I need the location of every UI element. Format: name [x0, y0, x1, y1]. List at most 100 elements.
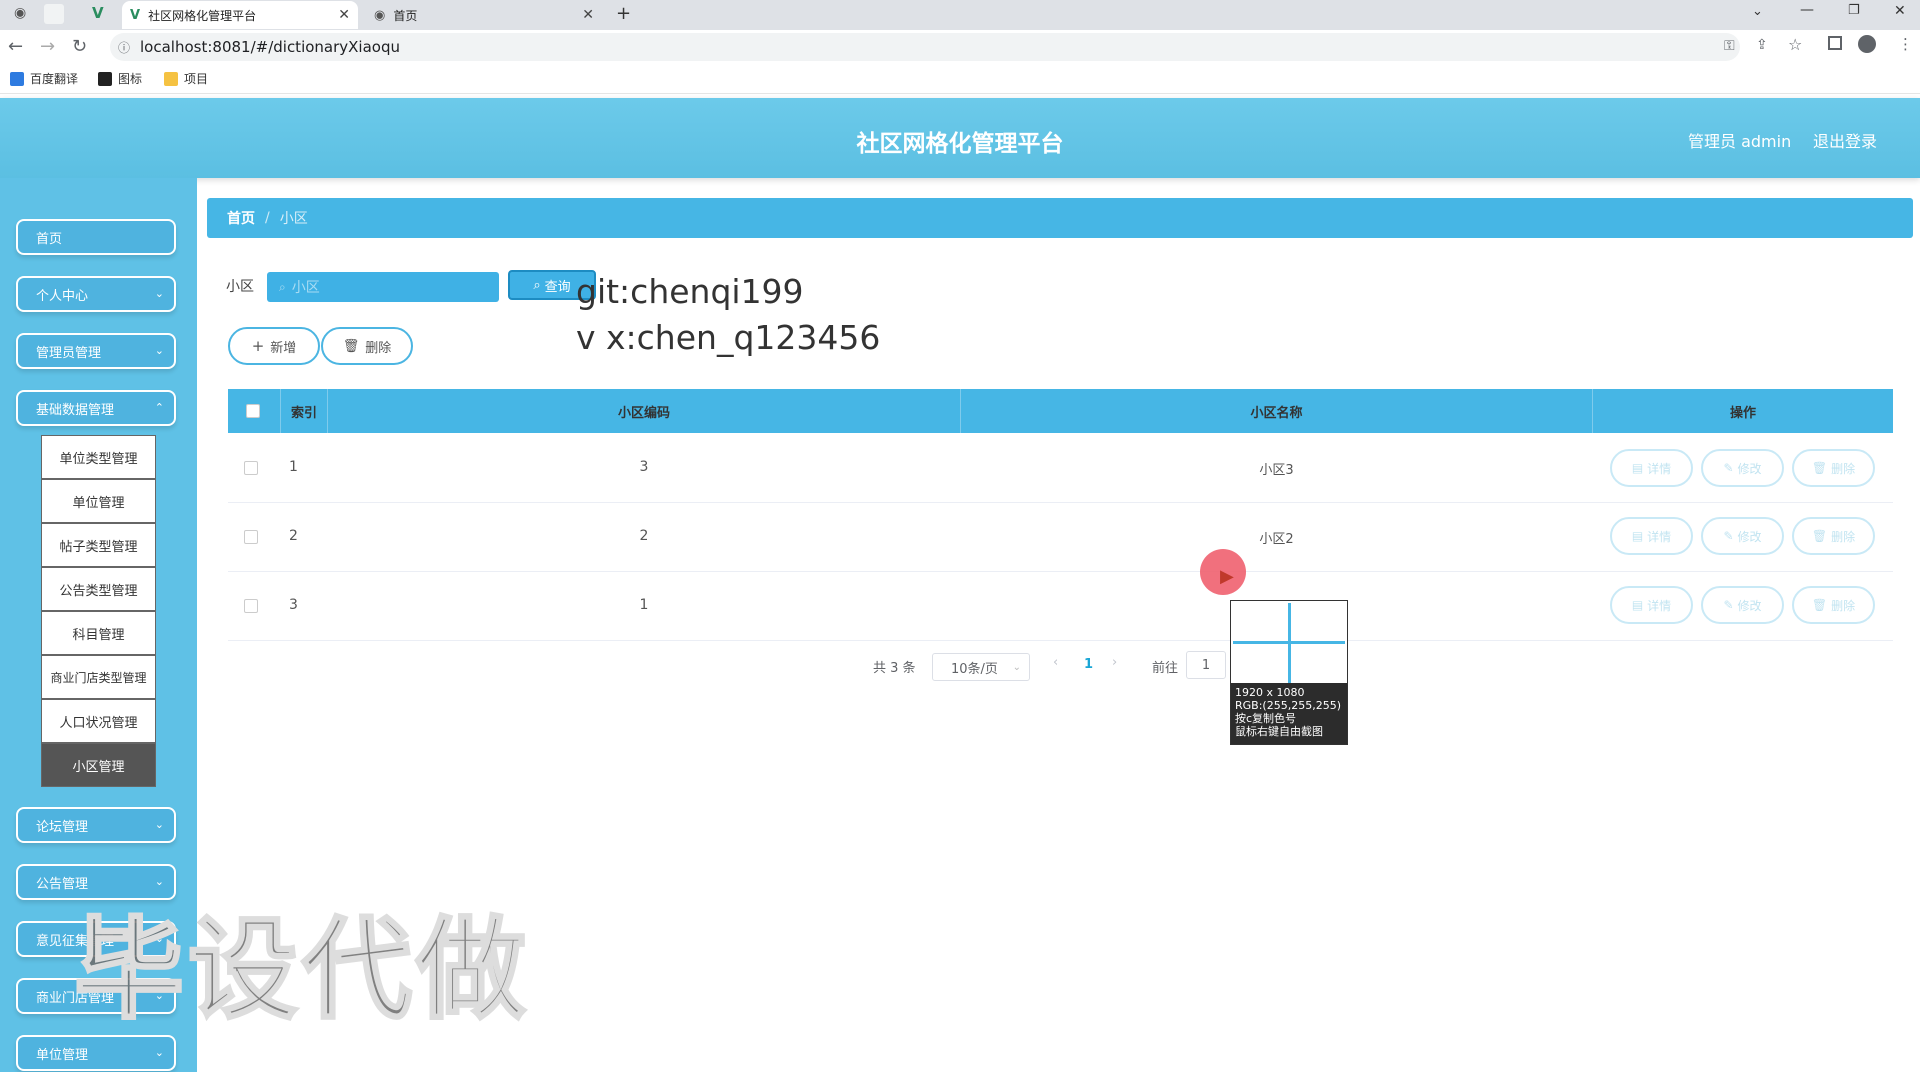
- column-header-index: 索引: [290, 405, 317, 421]
- bookmark-label: 百度翻译: [30, 72, 79, 86]
- sidebar-item-unit[interactable]: 单位管理 ⌄: [16, 1035, 176, 1071]
- row-checkbox[interactable]: [244, 461, 258, 475]
- next-page-icon[interactable]: ›: [1112, 655, 1117, 670]
- breadcrumb-separator: /: [265, 210, 270, 226]
- page-size-select[interactable]: 10条/页 ⌄: [932, 653, 1030, 681]
- sidebar-item-forum[interactable]: 论坛管理 ⌄: [16, 807, 176, 843]
- search-label: 小区: [226, 279, 254, 295]
- url-field[interactable]: ⓘ localhost:8081/#/dictionaryXiaoqu: [110, 33, 1740, 61]
- submenu-xiaoqu[interactable]: 小区管理: [41, 743, 156, 787]
- logout-link[interactable]: 退出登录: [1813, 128, 1877, 152]
- key-icon[interactable]: ⚿: [1724, 38, 1735, 54]
- vue-tab-icon[interactable]: V: [92, 4, 104, 22]
- submenu-population[interactable]: 人口状况管理: [41, 699, 156, 743]
- back-icon[interactable]: ←: [8, 36, 23, 57]
- column-header-code: 小区编码: [617, 405, 670, 421]
- prev-page-icon[interactable]: ‹: [1053, 655, 1058, 670]
- submenu-post-type[interactable]: 帖子类型管理: [41, 523, 156, 567]
- profile-icon[interactable]: [1858, 35, 1876, 53]
- new-tab-icon[interactable]: +: [616, 3, 631, 24]
- watermark-wx: v x:chen_q123456: [576, 318, 881, 357]
- row-delete-button[interactable]: 🗑 删除: [1792, 449, 1875, 487]
- row-code: 1: [639, 597, 649, 613]
- sidebar-item-home[interactable]: 首页: [16, 219, 176, 255]
- forward-icon[interactable]: →: [40, 36, 55, 57]
- submenu-notice-type[interactable]: 公告类型管理: [41, 567, 156, 611]
- tab-icon-generic[interactable]: ◉: [14, 5, 26, 21]
- sidepanel-icon[interactable]: [1828, 36, 1842, 50]
- breadcrumb-home[interactable]: 首页: [227, 208, 255, 228]
- sidebar-item-admin[interactable]: 管理员管理 ⌄: [16, 333, 176, 369]
- row-index: 1: [289, 459, 298, 475]
- menu-label: 管理员管理: [36, 345, 102, 361]
- tab-active[interactable]: V 社区网格化管理平台 ✕: [122, 1, 358, 29]
- edit-label: 修改: [1737, 461, 1762, 476]
- app-title: 社区网格化管理平台: [856, 131, 1064, 157]
- breadcrumb: 首页 / 小区: [207, 198, 1913, 238]
- search-button-label: 查询: [544, 279, 571, 295]
- page-number[interactable]: 1: [1084, 657, 1093, 672]
- page-size-value: 10条/页: [951, 661, 998, 677]
- goto-input[interactable]: 1: [1186, 651, 1226, 679]
- submenu-subject[interactable]: 科目管理: [41, 611, 156, 655]
- tab-home[interactable]: ◉ 首页 ✕: [366, 1, 602, 29]
- more-menu-icon[interactable]: ⋮: [1898, 35, 1913, 53]
- submenu-unit-type[interactable]: 单位类型管理: [41, 435, 156, 479]
- search-icon: ⌕: [279, 279, 286, 294]
- detail-button[interactable]: ▤ 详情: [1610, 517, 1693, 555]
- row-divider: [228, 640, 1893, 641]
- row-checkbox[interactable]: [244, 599, 258, 613]
- menu-label: 基础数据管理: [36, 402, 115, 418]
- delete-button[interactable]: 🗑 删除: [321, 327, 413, 365]
- row-delete-button[interactable]: 🗑 删除: [1792, 586, 1875, 624]
- url-text: localhost:8081/#/dictionaryXiaoqu: [140, 38, 400, 56]
- document-icon: ▤: [1631, 598, 1644, 612]
- star-icon[interactable]: ☆: [1788, 35, 1802, 54]
- window-close-icon[interactable]: ✕: [1894, 3, 1906, 19]
- edit-button[interactable]: ✎ 修改: [1701, 449, 1784, 487]
- bookmark-label: 图标: [118, 72, 143, 86]
- minimize-icon[interactable]: —: [1800, 2, 1814, 18]
- restore-icon[interactable]: ❐: [1848, 3, 1860, 18]
- column-header-name: 小区名称: [1250, 405, 1303, 421]
- document-icon: ▤: [1631, 461, 1644, 475]
- row-code: 2: [639, 528, 649, 544]
- mouse-pointer-icon: ▶: [1220, 566, 1234, 587]
- close-icon[interactable]: ✕: [582, 7, 594, 23]
- row-checkbox[interactable]: [244, 530, 258, 544]
- close-icon[interactable]: ✕: [338, 7, 350, 23]
- info-icon: ⓘ: [118, 40, 131, 55]
- sidebar-item-profile[interactable]: 个人中心 ⌄: [16, 276, 176, 312]
- globe-icon: ◉: [374, 7, 386, 23]
- edit-button[interactable]: ✎ 修改: [1701, 586, 1784, 624]
- tab-search-icon[interactable]: ⌄: [1752, 4, 1763, 19]
- search-placeholder: 小区: [291, 280, 320, 296]
- bookmark-icons[interactable]: 图标: [98, 70, 142, 87]
- submenu-unit[interactable]: 单位管理: [41, 479, 156, 523]
- breadcrumb-current: 小区: [279, 211, 308, 227]
- add-label: 新增: [270, 340, 297, 356]
- row-divider: [228, 502, 1893, 503]
- edit-button[interactable]: ✎ 修改: [1701, 517, 1784, 555]
- delete-label: 删除: [1831, 461, 1856, 476]
- bookmark-baidu[interactable]: 百度翻译: [10, 70, 78, 87]
- pagination-total: 共 3 条: [873, 661, 916, 676]
- goto-label: 前往: [1152, 661, 1179, 676]
- bookmark-project[interactable]: 项目: [164, 70, 208, 87]
- add-button[interactable]: + 新增: [228, 327, 320, 365]
- detail-button[interactable]: ▤ 详情: [1610, 586, 1693, 624]
- share-icon[interactable]: ⇪: [1756, 37, 1768, 53]
- detail-label: 详情: [1647, 598, 1672, 613]
- trash-icon: 🗑: [1811, 529, 1828, 543]
- reload-icon[interactable]: ↻: [72, 36, 87, 57]
- sidebar-item-basic-data[interactable]: 基础数据管理 ⌃: [16, 390, 176, 426]
- search-input[interactable]: ⌕ 小区: [267, 272, 499, 302]
- detail-button[interactable]: ▤ 详情: [1610, 449, 1693, 487]
- submenu-store-type[interactable]: 商业门店类型管理: [41, 655, 156, 699]
- row-delete-button[interactable]: 🗑 删除: [1792, 517, 1875, 555]
- tab-blank-icon[interactable]: [44, 4, 64, 24]
- column-header-actions: 操作: [1729, 405, 1756, 421]
- trash-icon: 🗑: [1811, 461, 1828, 475]
- select-all-checkbox[interactable]: [246, 404, 260, 418]
- row-name: 小区2: [1259, 532, 1294, 547]
